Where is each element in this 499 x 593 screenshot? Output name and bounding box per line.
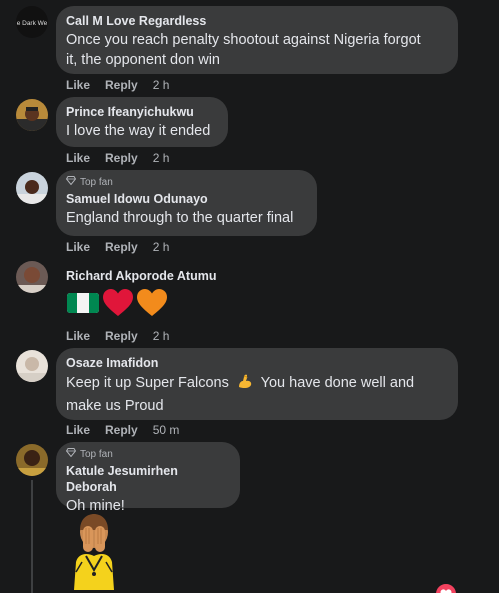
like-button[interactable]: Like (66, 78, 90, 92)
comment-actions: Like Reply 2 h (66, 151, 169, 165)
avatar[interactable] (16, 261, 48, 293)
comment-timestamp[interactable]: 2 h (153, 240, 170, 254)
avatar-logo-text: e Dark We (17, 20, 48, 27)
comment-bubble: Richard Akporode Atumu (56, 261, 256, 321)
emoji-row (66, 288, 244, 323)
comment-author[interactable]: Osaze Imafidon (66, 355, 446, 371)
reply-button[interactable]: Reply (105, 78, 138, 92)
avatar[interactable] (16, 99, 48, 131)
comment-timestamp[interactable]: 2 h (153, 151, 170, 165)
comment-text-line: Once you reach penalty shootout against … (66, 32, 421, 48)
comment-bubble: Prince Ifeanyichukwu I love the way it e… (56, 97, 228, 147)
comment-author[interactable]: Richard Akporode Atumu (66, 268, 244, 284)
comment-author[interactable]: Katule Jesumirhen Deborah (66, 463, 228, 495)
comment-author[interactable]: Prince Ifeanyichukwu (66, 104, 216, 120)
reply-button[interactable]: Reply (105, 240, 138, 254)
comment-text: Once you reach penalty shootout against … (66, 30, 446, 70)
avatar[interactable] (16, 350, 48, 382)
top-fan-badge: Top fan (65, 176, 305, 188)
top-fan-label: Top fan (80, 448, 113, 460)
comment-author[interactable]: Samuel Idowu Odunayo (66, 191, 305, 207)
reply-button[interactable]: Reply (105, 423, 138, 437)
like-button[interactable]: Like (66, 240, 90, 254)
orange-heart-icon (136, 288, 168, 323)
comment-author[interactable]: Call M Love Regardless (66, 13, 446, 29)
comment-text: I love the way it ended (66, 123, 211, 139)
reply-thread-line (31, 480, 33, 593)
like-button[interactable]: Like (66, 329, 90, 343)
flexed-biceps-icon (236, 372, 254, 396)
reply-button[interactable]: Reply (105, 151, 138, 165)
like-button[interactable]: Like (66, 151, 90, 165)
top-fan-label: Top fan (80, 176, 113, 188)
top-fan-badge: Top fan (65, 448, 228, 460)
comment-text-line: You have done well and (260, 375, 415, 391)
avatar[interactable] (16, 444, 48, 476)
like-button[interactable]: Like (66, 423, 90, 437)
facepalm-sticker[interactable] (66, 510, 122, 590)
reply-button[interactable]: Reply (105, 329, 138, 343)
diamond-icon (65, 176, 77, 188)
avatar[interactable] (16, 172, 48, 204)
comment-text-line: it, the opponent don win (66, 52, 220, 68)
avatar[interactable]: e Dark We (16, 6, 48, 38)
comment-bubble: Top fan Samuel Idowu Odunayo England thr… (56, 170, 317, 236)
diamond-icon (65, 448, 77, 460)
comment-bubble: Osaze Imafidon Keep it up Super Falcons … (56, 348, 458, 420)
nigeria-flag-icon (66, 291, 100, 320)
comment-bubble: Call M Love Regardless Once you reach pe… (56, 6, 458, 74)
comment-text-line: Keep it up Super Falcons (66, 375, 229, 391)
comment-text-line: make us Proud (66, 398, 164, 414)
comment-text: Keep it up Super Falcons You have done w… (66, 372, 446, 416)
comment-actions: Like Reply 2 h (66, 329, 169, 343)
comment-timestamp[interactable]: 2 h (153, 78, 170, 92)
comment-text: England through to the quarter final (66, 210, 294, 226)
comment-timestamp[interactable]: 2 h (153, 329, 170, 343)
red-heart-icon (102, 288, 134, 323)
comment-actions: Like Reply 2 h (66, 240, 169, 254)
comment-timestamp[interactable]: 50 m (153, 423, 180, 437)
comment-thread: e Dark We Call M Love Regardless Once yo… (0, 0, 499, 593)
comment-actions: Like Reply 2 h (66, 78, 169, 92)
heart-reaction-icon[interactable] (434, 582, 458, 593)
comment-bubble: Top fan Katule Jesumirhen Deborah Oh min… (56, 442, 240, 514)
comment-actions: Like Reply 50 m (66, 423, 179, 437)
